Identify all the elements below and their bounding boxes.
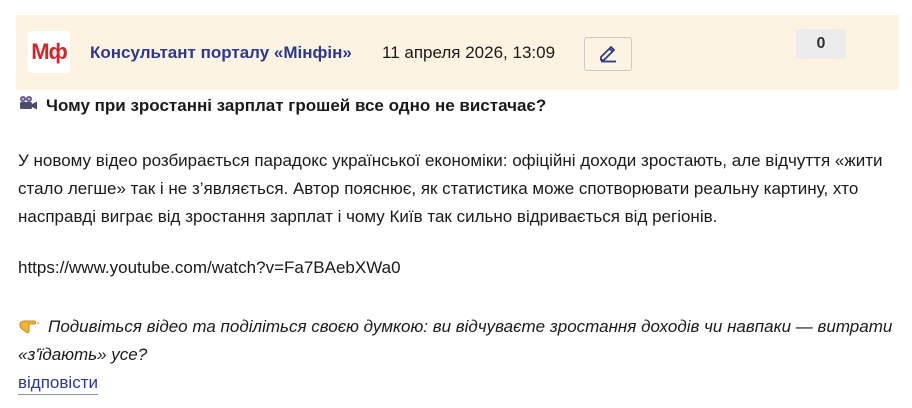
pencil-icon (597, 41, 619, 68)
vote-counter[interactable]: 0 (796, 29, 846, 59)
edit-button[interactable] (584, 37, 632, 71)
post-date: 11 апреля 2026, 13:09 (382, 43, 556, 62)
camera-icon (18, 95, 38, 116)
video-link: https://www.youtube.com/watch?v=Fa7BAebX… (18, 258, 401, 277)
post-body: У новому відео розбирається парадокс укр… (18, 151, 883, 226)
cta-text: Подивіться відео та поділіться своєю дум… (18, 317, 893, 364)
post-header: Мф Консультант порталу «Мінфін» 11 апрел… (16, 15, 899, 90)
comment-post: Мф Консультант порталу «Мінфін» 11 апрел… (0, 0, 912, 408)
call-to-action: Подивіться відео та поділіться своєю дум… (18, 313, 898, 369)
author-link[interactable]: Консультант порталу «Мінфін» (90, 43, 352, 63)
pointing-hand-icon (18, 313, 40, 341)
post-title: Чому при зростанні зарплат грошей все од… (46, 95, 547, 115)
reply-link[interactable]: відповісти (18, 373, 98, 395)
post-title-line: Чому при зростанні зарплат грошей все од… (18, 95, 546, 116)
minfin-logo[interactable]: Мф (28, 31, 70, 73)
